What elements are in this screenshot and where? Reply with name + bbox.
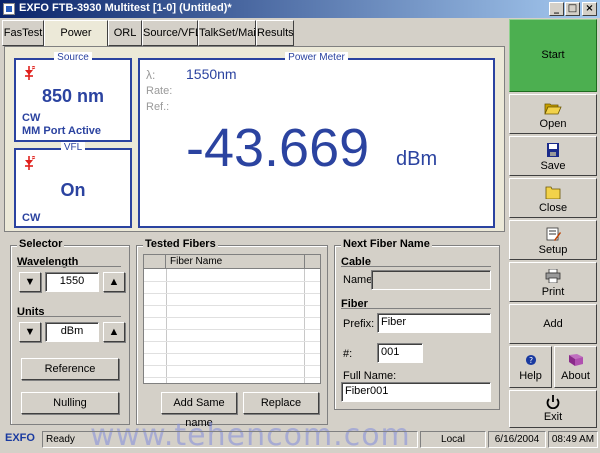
wavelength-value[interactable]: 1550 (45, 272, 99, 292)
next-fiber-title: Next Fiber Name (341, 238, 432, 250)
print-label: Print (541, 286, 565, 298)
about-label: About (561, 370, 590, 382)
setup-label: Setup (538, 244, 568, 256)
save-label: Save (540, 160, 566, 172)
power-meter-panel: Power Meter λ: 1550nm Rate: Ref.: -43.66… (138, 52, 495, 228)
nulling-button[interactable]: Nulling (21, 392, 119, 414)
selector-title: Selector (17, 238, 65, 250)
rate-label: Rate: (146, 85, 173, 97)
vfl-state: On (60, 180, 86, 200)
exfo-brand: EXFO (5, 432, 35, 444)
tab-orl[interactable]: ORL (108, 20, 142, 46)
source-port-status: MM Port Active (22, 125, 102, 137)
status-location: Local (420, 431, 486, 448)
help-icon: ? (525, 354, 536, 365)
help-button[interactable]: ? Help (509, 346, 552, 388)
power-meter-wavelength: 1550nm (186, 66, 237, 82)
app-icon (3, 3, 15, 15)
tab-power-meter[interactable]: Power Meter (44, 20, 108, 63)
exit-button[interactable]: Exit (509, 390, 597, 428)
reference-button[interactable]: Reference (21, 358, 119, 380)
setup-button[interactable]: Setup (509, 220, 597, 260)
minimize-button[interactable]: _ (549, 2, 564, 16)
full-name-label: Full Name: (343, 370, 397, 382)
prefix-field[interactable]: Fiber (377, 313, 491, 333)
tab-results[interactable]: Results (256, 20, 294, 46)
tab-source-vfl[interactable]: Source/VFL (142, 20, 201, 46)
exit-label: Exit (543, 411, 563, 423)
add-button[interactable]: Add (509, 304, 597, 344)
vfl-title: VFL (60, 142, 86, 153)
start-button[interactable]: Start (509, 19, 597, 92)
number-label: #: (343, 348, 353, 360)
wavelength-down-button[interactable]: ▼ (19, 272, 41, 292)
full-name-field[interactable]: Fiber001 (341, 382, 491, 402)
tab-talkset-mail[interactable]: TalkSet/Mail (198, 20, 258, 46)
source-panel: Source 850 nm CW MM Port Active (14, 52, 132, 142)
tested-fibers-group: Tested Fibers Fiber Name Add Same name R… (136, 238, 328, 429)
svg-text:?: ? (528, 356, 532, 365)
source-title: Source (54, 52, 92, 63)
power-reading: -43.669 (186, 118, 370, 178)
about-book-icon (568, 354, 583, 366)
lambda-label: λ: (146, 68, 156, 82)
source-mode: CW (22, 112, 41, 124)
close-label: Close (538, 202, 568, 214)
status-text: Ready (42, 431, 418, 448)
title-bar: EXFO FTB-3930 Multitest [1-0] (Untitled)… (0, 0, 600, 18)
close-folder-icon (545, 186, 561, 199)
prefix-label: Prefix: (343, 318, 375, 330)
units-up-button[interactable]: ▲ (103, 322, 125, 342)
fiber-list[interactable]: Fiber Name (143, 254, 321, 384)
vfl-mode: CW (22, 212, 41, 224)
tested-fibers-title: Tested Fibers (143, 238, 218, 250)
add-same-name-button[interactable]: Add Same name (161, 392, 237, 429)
units-value[interactable]: dBm (45, 322, 99, 342)
help-label: Help (519, 370, 542, 382)
source-wavelength: 850 nm (41, 86, 105, 106)
setup-icon (546, 227, 561, 241)
power-meter-title: Power Meter (285, 52, 348, 63)
tab-fastest[interactable]: FasTest (2, 20, 44, 46)
power-unit: dBm (396, 148, 438, 170)
power-icon (546, 395, 560, 409)
laser-source-icon (25, 66, 36, 80)
vfl-panel: VFL On CW (14, 142, 132, 228)
maximize-button[interactable]: □ (565, 2, 580, 16)
status-time: 08:49 AM (548, 431, 598, 448)
close-button[interactable]: Close (509, 178, 597, 218)
print-button[interactable]: Print (509, 262, 597, 302)
save-button[interactable]: Save (509, 136, 597, 176)
printer-icon (545, 269, 561, 283)
open-button[interactable]: Open (509, 94, 597, 134)
status-date: 6/16/2004 (488, 431, 546, 448)
wavelength-up-button[interactable]: ▲ (103, 272, 125, 292)
window-title: EXFO FTB-3930 Multitest [1-0] (Untitled)… (19, 2, 232, 14)
vfl-laser-icon (25, 156, 36, 170)
open-folder-icon (544, 103, 562, 115)
units-down-button[interactable]: ▼ (19, 322, 41, 342)
ref-label: Ref.: (146, 101, 170, 113)
save-disk-icon (547, 143, 559, 157)
fiber-name-column-header[interactable]: Fiber Name (170, 256, 222, 267)
replace-button[interactable]: Replace (243, 392, 319, 414)
about-button[interactable]: About (554, 346, 597, 388)
cable-name-field[interactable] (371, 270, 491, 290)
selector-group: Selector Wavelength ▼ 1550 ▲ Units ▼ dBm… (10, 238, 130, 425)
close-window-button[interactable]: × (582, 2, 597, 16)
next-fiber-name-group: Next Fiber Name Cable Name: Fiber Prefix… (334, 238, 500, 410)
number-field[interactable]: 001 (377, 343, 423, 363)
open-label: Open (539, 118, 567, 130)
